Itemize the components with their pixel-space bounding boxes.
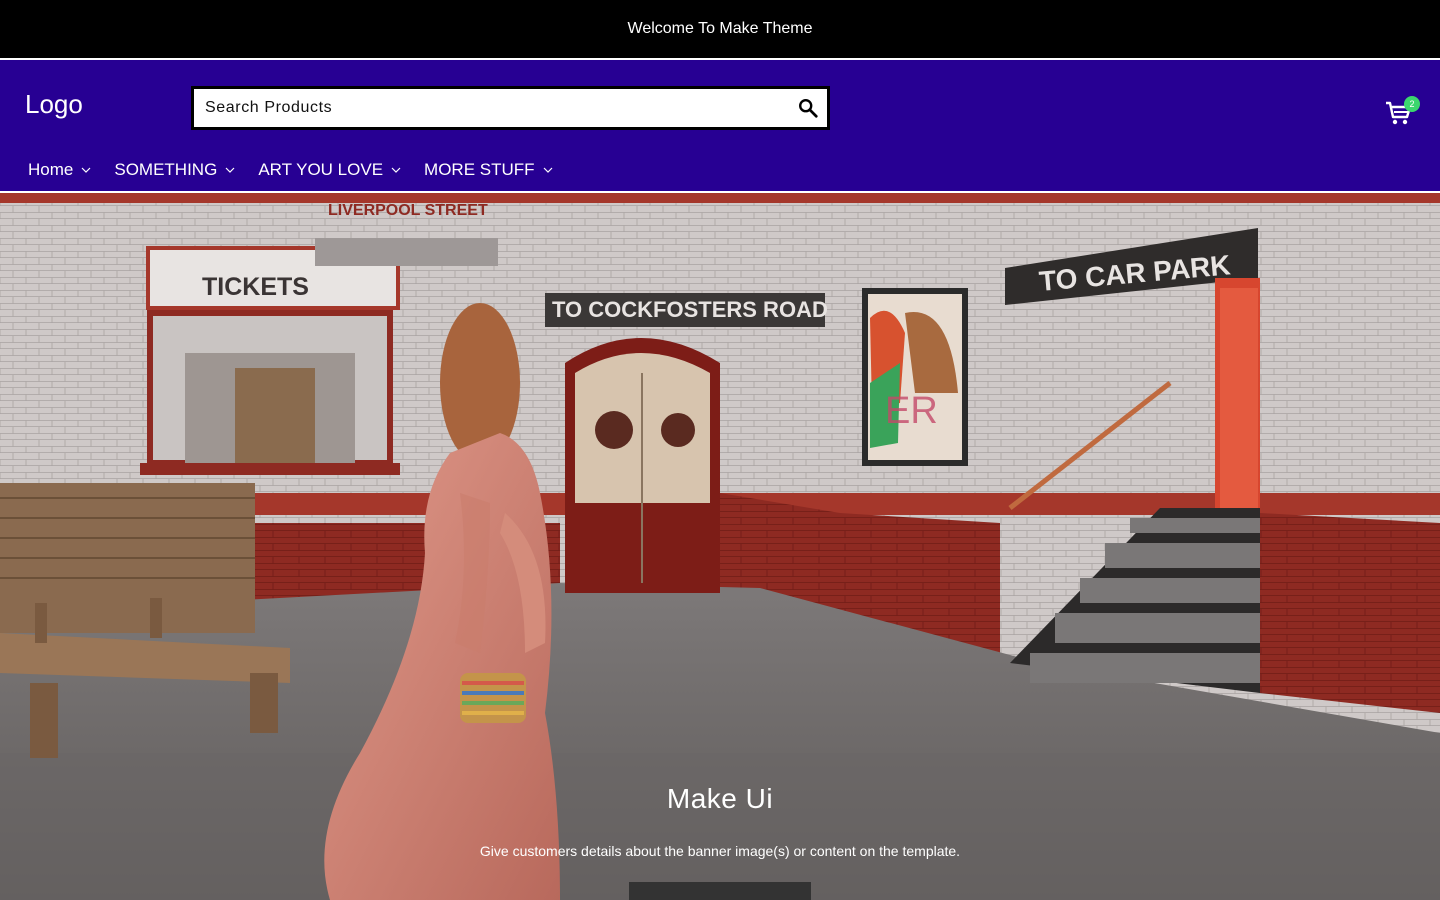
announcement-bar: Welcome To Make Theme [0,0,1440,58]
hero-sign-tickets: TICKETS [202,273,309,301]
hero-banner: TICKETS LIVERPOOL STREET TO COCKFOSTERS … [0,193,1440,900]
site-header: Logo 2 Home SOMETHING [0,60,1440,191]
nav-item-more-stuff[interactable]: MORE STUFF [424,160,553,180]
nav-item-home[interactable]: Home [28,160,91,180]
chevron-down-icon [81,167,91,173]
hero-title: Make Ui [666,783,774,814]
chevron-down-icon [391,167,401,173]
logo[interactable]: Logo [25,88,83,120]
svg-text:ER: ER [885,390,938,432]
hero-sign-cockfosters: TO COCKFOSTERS ROAD [552,297,828,322]
nav-item-art-you-love[interactable]: ART YOU LOVE [258,160,401,180]
cart-button[interactable]: 2 [1384,96,1422,126]
search-bar [191,86,830,130]
main-nav: Home SOMETHING ART YOU LOVE MORE STUFF [28,160,576,180]
search-input[interactable] [194,89,774,127]
announcement-text: Welcome To Make Theme [627,20,813,37]
nav-item-label: SOMETHING [114,160,218,179]
hero-sign-liverpool: LIVERPOOL STREET [328,202,488,219]
chevron-down-icon [543,167,552,173]
hero-description: Give customers details about the banner … [479,843,961,859]
search-icon[interactable] [797,97,819,119]
cart-count-badge: 2 [1404,96,1420,112]
nav-item-something[interactable]: SOMETHING [114,160,235,180]
learn-more-button[interactable]: LEARN MORE [629,882,811,900]
chevron-down-icon [225,167,235,173]
nav-item-label: Home [28,160,74,179]
nav-item-label: MORE STUFF [424,160,535,179]
nav-item-label: ART YOU LOVE [258,160,384,179]
